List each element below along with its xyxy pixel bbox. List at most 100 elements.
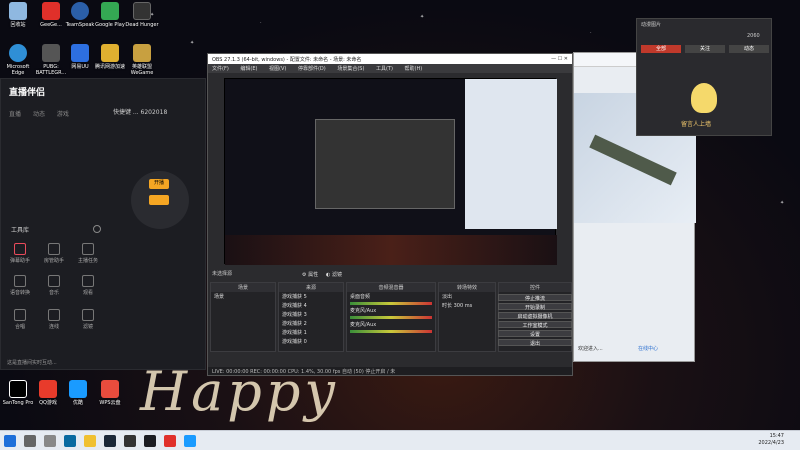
tool-room-admin[interactable]: 房管助手 (39, 243, 69, 264)
tool-chorus[interactable]: 合唱 (5, 309, 35, 330)
properties-button[interactable]: ⚙ 属性 (302, 271, 318, 278)
scenes-dock: 场景 场景 (210, 282, 276, 352)
status-line: 快捷键 ... 6202018 (113, 109, 168, 116)
stream-helper-window: 直播伴侣 直播 动态 游戏 快捷键 ... 6202018 开播 工具库 弹幕助… (0, 78, 206, 370)
tencent-accelerator-icon[interactable]: 腾讯网游加速 (92, 44, 128, 70)
obs-taskbar-icon[interactable] (124, 435, 136, 447)
snowflake: ✦ (190, 40, 195, 46)
start-button-secondary[interactable] (149, 195, 169, 205)
edge-icon[interactable]: Microsoft Edge (0, 44, 36, 76)
obs-status-bar: LIVE: 00:00:00 REC: 00:00:00 CPU: 1.4%, … (208, 367, 572, 375)
menu-view[interactable]: 视图(V) (269, 66, 286, 72)
source-item[interactable]: 游戏捕获 2 (279, 319, 343, 328)
window-controls[interactable]: — ☐ ✕ (551, 56, 568, 62)
stream-helper-taskbar-icon[interactable] (144, 435, 156, 447)
menu-help[interactable]: 帮助(H) (405, 66, 423, 72)
start-button[interactable]: 开播 (149, 179, 169, 189)
app-logo: 直播伴侣 (9, 88, 46, 98)
duration-row[interactable]: 时长 300 ms (439, 301, 495, 310)
file-explorer-icon[interactable] (84, 435, 96, 447)
tool-voice[interactable]: 语音转换 (5, 275, 35, 296)
exit-button[interactable]: 退出 (498, 339, 572, 347)
preview-banner (225, 235, 557, 265)
taskbar: 15:47 2022/4/23 (0, 430, 800, 450)
menu-edit[interactable]: 编辑(E) (240, 66, 257, 72)
obs-window: OBS 27.1.3 (64-bit, windows) - 配置文件: 未命名… (207, 53, 573, 376)
tool-watch[interactable]: 观看 (73, 275, 103, 296)
youku-icon[interactable]: 优酷 (60, 380, 96, 406)
popup-tab-follow[interactable]: 关注 (685, 45, 725, 53)
volume-meter[interactable] (350, 302, 432, 305)
tab-game[interactable]: 游戏 (57, 111, 69, 118)
rifle-shape (589, 134, 677, 186)
snowflake: · (590, 30, 592, 36)
start-recording-button[interactable]: 开始录制 (498, 303, 572, 311)
edge-taskbar-icon[interactable] (64, 435, 76, 447)
wegame-icon[interactable]: 英雄联盟WeGame (124, 44, 160, 76)
source-item[interactable]: 游戏捕获 1 (279, 328, 343, 337)
snowflake: · (260, 20, 262, 26)
scene-item[interactable]: 场景 (211, 292, 275, 301)
source-item[interactable]: 游戏捕获 5 (279, 292, 343, 301)
wps-cloud-icon[interactable]: WPS云盘 (92, 380, 128, 406)
task-view-icon[interactable] (44, 435, 56, 447)
menu-scene-collection[interactable]: 场景集合(S) (337, 66, 364, 72)
studio-mode-button[interactable]: 工作室模式 (498, 321, 572, 329)
mascot-avatar (691, 83, 717, 113)
online-center-link[interactable]: 在线中心 (638, 345, 658, 352)
tool-tasks[interactable]: 主播任务 (73, 243, 103, 264)
sources-dock: 来源 游戏捕获 5 游戏捕获 4 游戏捕获 3 游戏捕获 2 游戏捕获 1 游戏… (278, 282, 344, 352)
mixer-channel: 麦克风/Aux (350, 308, 377, 314)
clock[interactable]: 15:47 2022/4/23 (758, 433, 784, 447)
source-item[interactable]: 游戏捕获 3 (279, 310, 343, 319)
snowflake: ✦ (420, 14, 425, 20)
mixer-channel: 桌面音频 (350, 294, 371, 300)
add-icon[interactable] (93, 225, 101, 233)
transitions-dock: 转场特效 淡出 时长 300 ms (438, 282, 496, 352)
tool-filter[interactable]: 滤镜 (73, 309, 103, 330)
google-play-icon[interactable]: Google Play (92, 2, 128, 28)
snowflake: ✦ (780, 200, 785, 206)
tab-live[interactable]: 直播 (9, 111, 21, 118)
app-taskbar-icon[interactable] (164, 435, 176, 447)
search-icon[interactable] (24, 435, 36, 447)
tools-title: 工具库 (11, 227, 30, 234)
obs-title-bar: OBS 27.1.3 (64-bit, windows) - 配置文件: 未命名… (208, 54, 572, 64)
nested-preview (315, 119, 455, 209)
tool-connect[interactable]: 连线 (39, 309, 69, 330)
settings-button[interactable]: 设置 (498, 330, 572, 338)
start-menu-icon[interactable] (4, 435, 16, 447)
obs-menu-bar: 文件(F) 编辑(E) 视图(V) 停靠部件(D) 场景集合(S) 工具(T) … (208, 64, 572, 73)
chat-hint[interactable]: 欢迎进入... (578, 345, 603, 352)
tab-dynamic[interactable]: 动态 (33, 111, 45, 118)
volume-meter[interactable] (350, 316, 432, 319)
menu-tools[interactable]: 工具(T) (376, 66, 393, 72)
recycle-bin-icon[interactable]: 回收站 (0, 2, 36, 28)
obs-title: OBS 27.1.3 (64-bit, windows) - 配置文件: 未命名… (212, 57, 362, 63)
filters-button[interactable]: ◐ 滤镜 (326, 271, 342, 278)
popup-tab-all[interactable]: 全部 (641, 45, 681, 53)
popup-title: 动漫图片 (641, 22, 662, 28)
browser-taskbar-icon[interactable] (184, 435, 196, 447)
dead-hunger-icon[interactable]: Dead Hunger (124, 2, 160, 28)
source-label: 未选择源 (212, 271, 233, 277)
virtual-camera-button[interactable]: 启动虚拟摄像机 (498, 312, 572, 320)
source-item[interactable]: 游戏捕获 0 (279, 337, 343, 346)
popup-stats: 2060 (747, 33, 760, 39)
steam-icon[interactable] (104, 435, 116, 447)
tool-danmu[interactable]: 弹幕助手 (5, 243, 35, 264)
popup-tab-dynamic[interactable]: 动态 (729, 45, 769, 53)
preview-browser-capture (465, 79, 557, 229)
mixer-channel: 麦克风/Aux (350, 322, 377, 328)
helper-footer: 这是直播间实时互动... (7, 360, 57, 366)
gift-popup: 动漫图片 2060 全部 关注 动态 留言人上墙 (636, 18, 772, 136)
mixer-dock: 音频混音器 桌面音频 麦克风/Aux 麦克风/Aux (346, 282, 436, 352)
menu-docks[interactable]: 停靠部件(D) (298, 66, 326, 72)
transition-select[interactable]: 淡出 (439, 292, 495, 301)
stop-stream-button[interactable]: 停止推流 (498, 294, 572, 302)
obs-preview[interactable] (224, 78, 557, 265)
menu-file[interactable]: 文件(F) (212, 66, 229, 72)
source-item[interactable]: 游戏捕获 4 (279, 301, 343, 310)
volume-meter[interactable] (350, 330, 432, 333)
tool-music[interactable]: 音乐 (39, 275, 69, 296)
